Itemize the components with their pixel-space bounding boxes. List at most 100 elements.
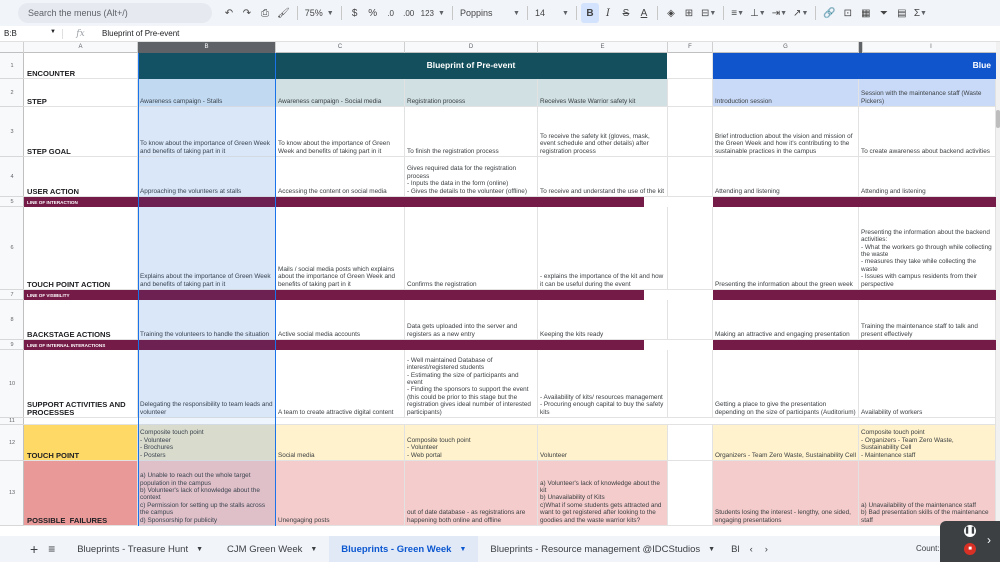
row-header-3[interactable]: 3: [0, 107, 24, 157]
cell-i12[interactable]: Composite touch point - Organizers - Tea…: [859, 425, 996, 461]
column-header-e[interactable]: E: [538, 42, 668, 53]
cell-i3[interactable]: To create awareness about backend activi…: [859, 107, 996, 157]
cell-d4[interactable]: Gives required data for the registration…: [405, 157, 538, 197]
row-11-spacer[interactable]: [24, 418, 996, 425]
cell-d8[interactable]: Data gets uploaded into the server and r…: [405, 300, 538, 340]
cell-touch-point-label[interactable]: TOUCH POINT: [24, 425, 138, 461]
cell-e3[interactable]: To receive the safety kit (gloves, mask,…: [538, 107, 668, 157]
cell-g6[interactable]: Presenting the information about the gre…: [713, 207, 859, 290]
cell-c4[interactable]: Accessing the content on social media: [276, 157, 405, 197]
text-color-button[interactable]: A: [635, 3, 653, 23]
cell-f6[interactable]: [668, 207, 713, 290]
row-header-2[interactable]: 2: [0, 79, 24, 107]
comment-icon[interactable]: ⊡: [839, 3, 857, 23]
tab-resource-management[interactable]: Blueprints - Resource management @IDCStu…: [478, 536, 727, 562]
cell-step-label[interactable]: STEP: [24, 79, 138, 107]
name-box[interactable]: B:B ▼: [0, 29, 62, 38]
cell-failures-label[interactable]: POSSIBLE FAILURES: [24, 461, 138, 526]
cell-e13[interactable]: a) Volunteer's lack of knowledge about t…: [538, 461, 668, 526]
text-rotation-icon[interactable]: ↗ ▼: [790, 3, 811, 23]
italic-button[interactable]: I: [599, 3, 617, 23]
column-header-f[interactable]: F: [668, 42, 713, 53]
cell-c2[interactable]: Awareness campaign - Social media: [276, 79, 405, 107]
cell-b6[interactable]: Explains about the importance of Green W…: [138, 207, 276, 290]
tab-treasure-hunt[interactable]: Blueprints - Treasure Hunt ▼: [65, 536, 215, 562]
row-header-7[interactable]: 7: [0, 290, 24, 300]
cell-encounter[interactable]: ENCOUNTER: [24, 53, 138, 79]
column-header-d[interactable]: D: [405, 42, 538, 53]
cell-g3[interactable]: Brief introduction about the vision and …: [713, 107, 859, 157]
column-header-g[interactable]: G: [713, 42, 859, 53]
undo-icon[interactable]: ↶: [220, 3, 238, 23]
stop-record-icon[interactable]: ■: [964, 543, 976, 555]
cell-f13[interactable]: [668, 461, 713, 526]
selection-count[interactable]: Count:: [916, 544, 940, 553]
vertical-align-icon[interactable]: ⊥ ▼: [747, 3, 769, 23]
font-size-select[interactable]: 14 ▼: [532, 3, 572, 23]
cell-support-label[interactable]: SUPPORT ACTIVITIES AND PROCESSES: [24, 350, 138, 418]
cell-backstage-label[interactable]: BACKSTAGE ACTIONS: [24, 300, 138, 340]
strikethrough-button[interactable]: S: [617, 3, 635, 23]
cell-f4[interactable]: [668, 157, 713, 197]
link-icon[interactable]: 🔗: [820, 3, 838, 23]
tab-truncated[interactable]: Bl: [727, 536, 743, 562]
cell-d6[interactable]: Confirms the registration: [405, 207, 538, 290]
print-icon[interactable]: ⎙: [256, 3, 274, 23]
zoom-select[interactable]: 75% ▼: [302, 3, 337, 23]
cell-f12[interactable]: [668, 425, 713, 461]
cell-i4[interactable]: Attending and listening: [859, 157, 996, 197]
redo-icon[interactable]: ↷: [238, 3, 256, 23]
cell-c10[interactable]: A team to create attractive digital cont…: [276, 350, 405, 418]
formula-input[interactable]: Blueprint of Pre-event: [98, 29, 179, 38]
cell-g12[interactable]: Organizers - Team Zero Waste, Sustainabi…: [713, 425, 859, 461]
cell-f1[interactable]: [667, 53, 713, 79]
cell-b10[interactable]: Delegating the responsibility to team le…: [138, 350, 276, 418]
cell-e4[interactable]: To receive and understand the use of the…: [538, 157, 668, 197]
row-header-12[interactable]: 12: [0, 425, 24, 461]
column-header-b[interactable]: B: [138, 42, 276, 53]
cell-i10[interactable]: Availability of workers: [859, 350, 996, 418]
horizontal-align-icon[interactable]: ≡ ▼: [728, 3, 747, 23]
cell-d13[interactable]: out of date database - as registrations …: [405, 461, 538, 526]
increase-decimal-button[interactable]: .00: [400, 3, 418, 23]
filter-views-icon[interactable]: ▤: [893, 3, 911, 23]
cell-next-header[interactable]: Blue: [713, 53, 996, 79]
cell-g2[interactable]: Introduction session: [713, 79, 859, 107]
cell-f2[interactable]: [668, 79, 713, 107]
cell-f10[interactable]: [668, 350, 713, 418]
column-header-i[interactable]: I: [863, 42, 1000, 53]
borders-icon[interactable]: ⊞: [680, 3, 698, 23]
row-header-10[interactable]: 10: [0, 350, 24, 418]
cell-b2[interactable]: Awareness campaign - Stalls: [138, 79, 276, 107]
currency-button[interactable]: $: [346, 3, 364, 23]
cell-i6[interactable]: Presenting the information about the bac…: [859, 207, 996, 290]
scrollbar-thumb[interactable]: [996, 110, 1000, 128]
more-formats-select[interactable]: 123 ▼: [418, 3, 448, 23]
cell-c8[interactable]: Active social media accounts: [276, 300, 405, 340]
fill-color-icon[interactable]: ◈: [662, 3, 680, 23]
column-header-c[interactable]: C: [276, 42, 405, 53]
percent-button[interactable]: %: [364, 3, 382, 23]
cell-c6[interactable]: Mails / social media posts which explain…: [276, 207, 405, 290]
font-select[interactable]: Poppins ▼: [457, 3, 523, 23]
row-header-8[interactable]: 8: [0, 300, 24, 340]
cell-d12[interactable]: Composite touch point - Volunteer - Web …: [405, 425, 538, 461]
tab-green-week[interactable]: Blueprints - Green Week ▼: [329, 536, 479, 562]
cell-g10[interactable]: Getting a place to give the presentation…: [713, 350, 859, 418]
cell-touch-point-action-label[interactable]: TOUCH POINT ACTION: [24, 207, 138, 290]
filter-icon[interactable]: ⏷: [875, 3, 893, 23]
cell-g13[interactable]: Students losing the interest - lengthy, …: [713, 461, 859, 526]
cell-b12[interactable]: Composite touch point - Volunteer - Broc…: [138, 425, 276, 461]
chart-icon[interactable]: ▦: [857, 3, 875, 23]
text-wrap-icon[interactable]: ⇥ ▼: [769, 3, 790, 23]
cell-d2[interactable]: Registration process: [405, 79, 538, 107]
cell-b3[interactable]: To know about the importance of Green We…: [138, 107, 276, 157]
cell-i2[interactable]: Session with the maintenance staff (Wast…: [859, 79, 996, 107]
cell-step-goal-label[interactable]: STEP GOAL: [24, 107, 138, 157]
tab-cjm-green-week[interactable]: CJM Green Week ▼: [215, 536, 329, 562]
paint-format-icon[interactable]: 🖌: [274, 3, 293, 23]
cell-d3[interactable]: To finish the registration process: [405, 107, 538, 157]
bold-button[interactable]: B: [580, 3, 599, 23]
cell-b4[interactable]: Approaching the volunteers at stalls: [138, 157, 276, 197]
cell-e10[interactable]: - Availability of kits/ resources manage…: [538, 350, 668, 418]
